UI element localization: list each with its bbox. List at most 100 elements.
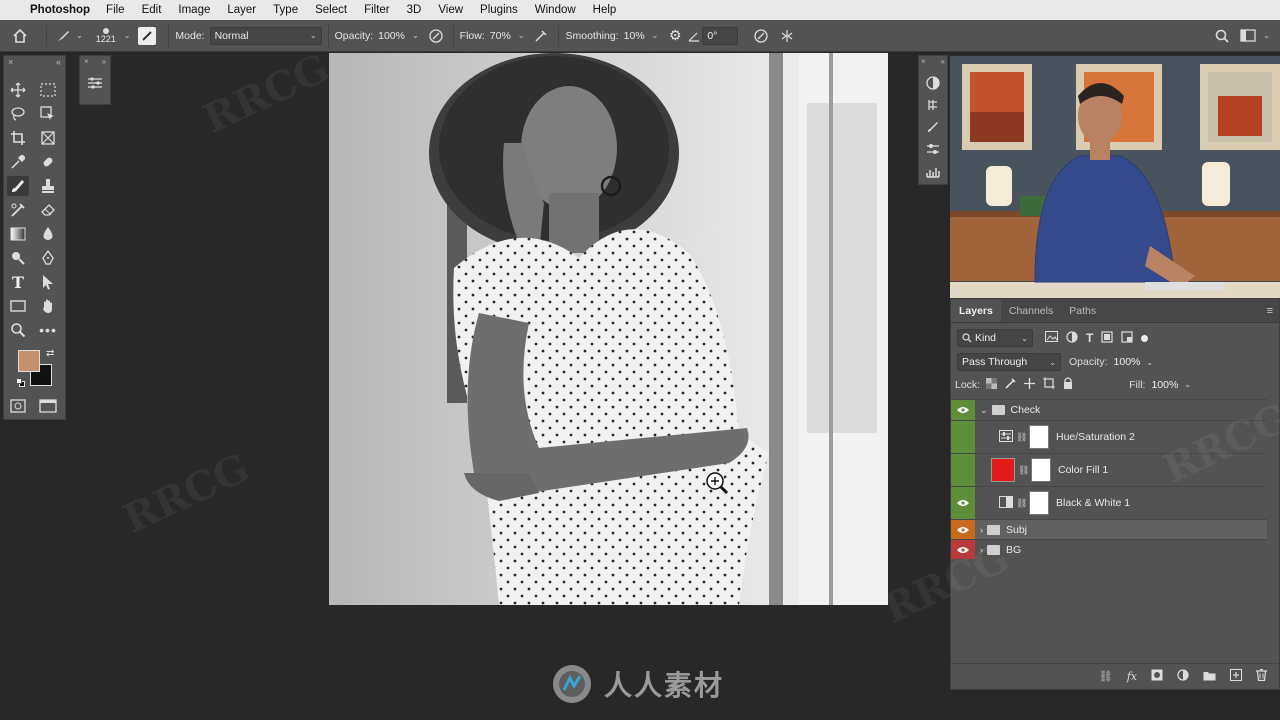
visibility-toggle[interactable] — [951, 487, 975, 519]
gear-icon[interactable]: ⚙ — [664, 27, 686, 44]
close-icon[interactable]: × — [84, 56, 89, 68]
angle-input[interactable]: 0° — [702, 26, 739, 45]
panel-menu-icon[interactable]: ≡ — [1267, 300, 1279, 322]
layer-mask-thumbnail[interactable] — [1031, 458, 1051, 482]
screen-mode-icon[interactable] — [37, 396, 59, 416]
group-collapsed-icon[interactable]: › — [980, 525, 983, 535]
histogram-panel-icon[interactable] — [926, 164, 940, 181]
crop-tool-icon[interactable] — [7, 128, 29, 148]
menu-view[interactable]: View — [438, 4, 463, 16]
pen-tool-icon[interactable] — [37, 248, 59, 268]
layer-row-black-white[interactable]: ⛓ Black & White 1 — [951, 486, 1267, 519]
brush-settings-icon[interactable] — [138, 26, 157, 45]
layer-row-subj[interactable]: › Subj — [951, 519, 1267, 539]
pressure-size-icon[interactable] — [746, 28, 776, 44]
visibility-toggle[interactable] — [951, 540, 975, 559]
move-tool-icon[interactable] — [7, 80, 29, 100]
chevron-down-icon[interactable]: ⌄ — [124, 31, 131, 40]
lock-all-icon[interactable] — [1063, 377, 1073, 392]
brush-panel-icon[interactable] — [926, 120, 940, 137]
history-panel-icon[interactable] — [926, 98, 940, 115]
dodge-tool-icon[interactable] — [7, 248, 29, 268]
mask-link-icon[interactable]: ⛓ — [1016, 432, 1027, 443]
workspace-icon[interactable] — [1236, 29, 1260, 42]
filter-smart-object-icon[interactable] — [1121, 330, 1133, 346]
document-canvas[interactable] — [329, 53, 888, 605]
flow-input[interactable]: 70% — [490, 30, 511, 42]
tab-channels[interactable]: Channels — [1001, 300, 1061, 322]
chevron-down-icon[interactable]: ⌄ — [652, 31, 659, 40]
symmetry-icon[interactable] — [776, 28, 798, 44]
frame-tool-icon[interactable] — [37, 128, 59, 148]
menu-filter[interactable]: Filter — [364, 4, 390, 16]
chevron-down-icon[interactable]: ⌄ — [412, 31, 419, 40]
healing-brush-tool-icon[interactable] — [37, 152, 59, 172]
menu-select[interactable]: Select — [315, 4, 347, 16]
new-layer-icon[interactable] — [1230, 669, 1242, 684]
lasso-tool-icon[interactable] — [7, 104, 29, 124]
chevron-down-icon[interactable]: ⌄ — [1184, 380, 1191, 389]
menu-image[interactable]: Image — [178, 4, 210, 16]
add-mask-icon[interactable] — [1151, 669, 1163, 684]
blur-tool-icon[interactable] — [37, 224, 59, 244]
default-colors-icon[interactable] — [16, 378, 25, 387]
mode-select[interactable]: Normal ⌄ — [209, 26, 322, 45]
mask-link-icon[interactable]: ⛓ — [1018, 465, 1029, 476]
hand-tool-icon[interactable] — [37, 296, 59, 316]
layer-row-color-fill[interactable]: ⛓ Color Fill 1 — [951, 453, 1267, 486]
layer-row-bg[interactable]: › BG — [951, 539, 1267, 559]
group-collapsed-icon[interactable]: › — [980, 545, 983, 555]
marquee-tool-icon[interactable] — [37, 80, 59, 100]
airbrush-icon[interactable] — [530, 28, 552, 44]
color-fill-thumbnail[interactable] — [991, 458, 1015, 482]
visibility-toggle[interactable] — [951, 454, 975, 486]
lock-position-icon[interactable] — [1024, 377, 1036, 392]
properties-icon[interactable] — [87, 76, 103, 93]
smoothing-input[interactable]: 10% — [624, 30, 645, 42]
link-layers-icon[interactable]: ⛓ — [1099, 670, 1113, 683]
chevron-down-icon[interactable]: ⌄ — [518, 31, 525, 40]
close-icon[interactable]: × — [8, 56, 13, 68]
opacity-input[interactable]: 100% — [378, 30, 405, 42]
layer-fill-input[interactable]: 100% — [1151, 379, 1178, 391]
layer-mask-thumbnail[interactable] — [1029, 425, 1049, 449]
new-group-icon[interactable] — [1203, 670, 1216, 684]
lock-pixels-icon[interactable] — [1005, 377, 1016, 392]
expand-icon[interactable]: » — [102, 56, 106, 68]
home-icon[interactable] — [0, 28, 40, 43]
delete-layer-icon[interactable] — [1256, 668, 1267, 684]
adjustments-panel-icon[interactable] — [926, 142, 940, 159]
menu-plugins[interactable]: Plugins — [480, 4, 518, 16]
pressure-opacity-icon[interactable] — [425, 28, 447, 44]
layer-row-hue-saturation[interactable]: ⛓ Hue/Saturation 2 — [951, 420, 1267, 453]
layer-style-icon[interactable]: fx — [1127, 670, 1137, 683]
chevron-down-icon[interactable]: ⌄ — [1263, 31, 1270, 40]
gradient-tool-icon[interactable] — [7, 224, 29, 244]
color-panel-icon[interactable] — [926, 76, 940, 93]
swap-colors-icon[interactable]: ⇄ — [46, 348, 54, 359]
blend-mode-select[interactable]: Pass Through ⌄ — [957, 353, 1061, 371]
visibility-toggle[interactable] — [951, 520, 975, 539]
menu-3d[interactable]: 3D — [407, 4, 422, 16]
menu-help[interactable]: Help — [593, 4, 617, 16]
rectangle-tool-icon[interactable] — [7, 296, 29, 316]
quick-mask-icon[interactable] — [7, 396, 29, 416]
menu-layer[interactable]: Layer — [227, 4, 256, 16]
layer-opacity-input[interactable]: 100% — [1114, 356, 1141, 368]
menu-window[interactable]: Window — [535, 4, 576, 16]
menu-file[interactable]: File — [106, 4, 125, 16]
collapse-icon[interactable]: « — [56, 56, 61, 68]
filter-toggle-icon[interactable] — [1141, 334, 1149, 342]
new-adjustment-icon[interactable] — [1177, 669, 1189, 684]
tab-layers[interactable]: Layers — [951, 300, 1001, 322]
layer-mask-thumbnail[interactable] — [1029, 491, 1049, 515]
visibility-toggle[interactable] — [951, 400, 975, 420]
lock-artboard-icon[interactable] — [1043, 377, 1056, 392]
brush-tool-icon[interactable] — [7, 176, 29, 196]
menu-edit[interactable]: Edit — [142, 4, 162, 16]
tab-paths[interactable]: Paths — [1061, 300, 1104, 322]
chevron-down-icon[interactable]: ⌄ — [1146, 358, 1153, 367]
clone-stamp-tool-icon[interactable] — [37, 176, 59, 196]
layer-row-check[interactable]: ⌄ Check — [951, 399, 1267, 420]
zoom-tool-icon[interactable] — [7, 320, 29, 340]
